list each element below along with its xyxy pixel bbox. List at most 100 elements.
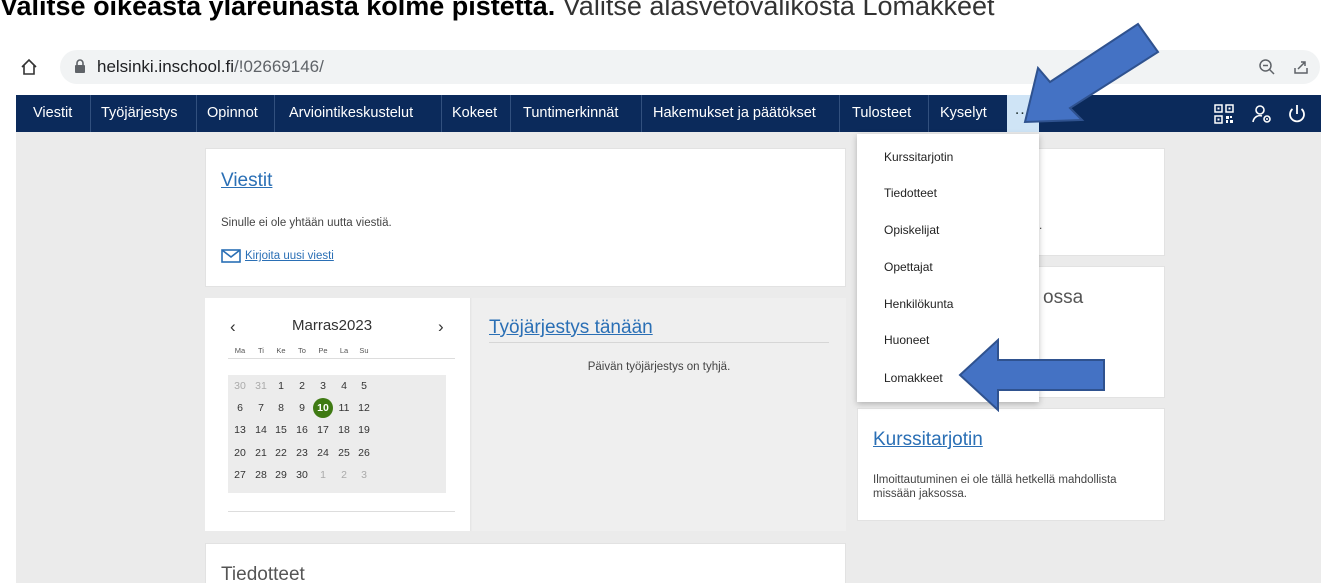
nav-separator bbox=[90, 95, 91, 132]
course-offering-card bbox=[857, 408, 1165, 521]
nav-separator bbox=[641, 95, 642, 132]
calendar-day[interactable]: 5 bbox=[354, 376, 374, 396]
calendar-day[interactable]: 15 bbox=[271, 420, 291, 440]
calendar-weekday: To bbox=[298, 346, 306, 355]
calendar-day[interactable]: 11 bbox=[334, 398, 354, 418]
calendar-day[interactable]: 2 bbox=[292, 376, 312, 396]
messages-empty-text: Sinulle ei ole yhtään uutta viestiä. bbox=[221, 217, 392, 229]
calendar-next-button[interactable]: › bbox=[438, 317, 444, 337]
nav-separator bbox=[839, 95, 840, 132]
calendar-day[interactable]: 28 bbox=[251, 465, 271, 485]
url-host: helsinki.inschool.fi bbox=[97, 57, 235, 76]
calendar-day[interactable]: 18 bbox=[334, 420, 354, 440]
compose-message-link[interactable]: Kirjoita uusi viesti bbox=[245, 250, 334, 262]
dropdown-item-opiskelijat[interactable]: Opiskelijat bbox=[884, 223, 939, 237]
caption-bold: Valitse oikeasta yläreunasta kolme piste… bbox=[0, 0, 556, 21]
lock-icon bbox=[75, 59, 85, 73]
calendar-day[interactable]: 3 bbox=[313, 376, 333, 396]
nav-item-tyojarjestys[interactable]: Työjärjestys bbox=[101, 95, 178, 132]
course-offering-title[interactable]: Kurssitarjotin bbox=[873, 429, 983, 451]
share-icon[interactable] bbox=[1292, 58, 1310, 76]
mail-icon[interactable] bbox=[221, 249, 241, 263]
calendar-day[interactable]: 7 bbox=[251, 398, 271, 418]
annotation-arrow-more bbox=[1023, 22, 1160, 124]
bulletins-title[interactable]: Tiedotteet bbox=[221, 564, 305, 583]
nav-item-arviointikeskustelut[interactable]: Arviointikeskustelut bbox=[289, 95, 413, 132]
messages-title[interactable]: Viestit bbox=[221, 170, 272, 192]
calendar-day[interactable]: 30 bbox=[230, 376, 250, 396]
calendar-day[interactable]: 1 bbox=[271, 376, 291, 396]
calendar-day[interactable]: 9 bbox=[292, 398, 312, 418]
calendar-weekday: Ke bbox=[276, 346, 286, 355]
calendar-day[interactable]: 17 bbox=[313, 420, 333, 440]
calendar-day[interactable]: 20 bbox=[230, 443, 250, 463]
dropdown-item-opettajat[interactable]: Opettajat bbox=[884, 260, 933, 274]
dropdown-item-kurssitarjotin[interactable]: Kurssitarjotin bbox=[884, 150, 953, 164]
annotation-arrow-lomakkeet bbox=[958, 338, 1105, 412]
calendar-prev-button[interactable]: ‹ bbox=[230, 317, 236, 337]
dropdown-item-tiedotteet[interactable]: Tiedotteet bbox=[884, 186, 937, 200]
dropdown-item-lomakkeet[interactable]: Lomakkeet bbox=[884, 371, 943, 385]
calendar-month-label: Marras2023 bbox=[292, 317, 373, 334]
nav-item-kokeet[interactable]: Kokeet bbox=[452, 95, 497, 132]
calendar-day[interactable]: 4 bbox=[334, 376, 354, 396]
calendar-day[interactable]: 8 bbox=[271, 398, 291, 418]
dropdown-item-henkilokunta[interactable]: Henkilökunta bbox=[884, 297, 953, 311]
calendar-day[interactable]: 21 bbox=[251, 443, 271, 463]
calendar-weekday: Ti bbox=[258, 346, 264, 355]
qr-code-icon[interactable] bbox=[1213, 103, 1235, 125]
calendar-day[interactable]: 25 bbox=[334, 443, 354, 463]
calendar-day[interactable]: 23 bbox=[292, 443, 312, 463]
calendar-day[interactable]: 26 bbox=[354, 443, 374, 463]
nav-separator bbox=[441, 95, 442, 132]
calendar-day[interactable]: 29 bbox=[271, 465, 291, 485]
zoom-icon[interactable] bbox=[1258, 58, 1276, 76]
calendar-day[interactable]: 13 bbox=[230, 420, 250, 440]
calendar-header: ‹ Marras2023 › bbox=[230, 317, 450, 337]
user-settings-icon[interactable] bbox=[1251, 103, 1273, 125]
calendar-day[interactable]: 3 bbox=[354, 465, 374, 485]
schedule-title[interactable]: Työjärjestys tänään bbox=[489, 317, 653, 339]
dropdown-item-huoneet[interactable]: Huoneet bbox=[884, 333, 929, 347]
url-text: helsinki.inschool.fi/!02669146/ bbox=[97, 57, 324, 77]
nav-item-opinnot[interactable]: Opinnot bbox=[207, 95, 258, 132]
nav-item-viestit[interactable]: Viestit bbox=[33, 95, 72, 132]
home-icon[interactable] bbox=[20, 58, 38, 76]
nav-item-tulosteet[interactable]: Tulosteet bbox=[852, 95, 911, 132]
calendar-day[interactable]: 27 bbox=[230, 465, 250, 485]
right-card-middle-title-fragment: ossa bbox=[1043, 287, 1084, 308]
calendar-weekday: Ma bbox=[234, 346, 246, 355]
calendar-day[interactable]: 22 bbox=[271, 443, 291, 463]
nav-separator bbox=[928, 95, 929, 132]
calendar-day[interactable]: 6 bbox=[230, 398, 250, 418]
calendar-weekday: La bbox=[339, 346, 349, 355]
calendar-day[interactable]: 14 bbox=[251, 420, 271, 440]
nav-item-tuntimerkinnat[interactable]: Tuntimerkinnät bbox=[523, 95, 618, 132]
calendar-day[interactable]: 2 bbox=[334, 465, 354, 485]
caption-light: Valitse alasvetovalikosta Lomakkeet bbox=[562, 0, 995, 21]
calendar-day[interactable]: 24 bbox=[313, 443, 333, 463]
nav-item-hakemukset[interactable]: Hakemukset ja päätökset bbox=[653, 95, 816, 132]
power-icon[interactable] bbox=[1286, 103, 1308, 125]
calendar-day[interactable]: 1 bbox=[313, 465, 333, 485]
nav-item-kyselyt[interactable]: Kyselyt bbox=[940, 95, 987, 132]
calendar-day[interactable]: 31 bbox=[251, 376, 271, 396]
schedule-divider bbox=[489, 342, 829, 343]
calendar-weekday: Pe bbox=[318, 346, 328, 355]
calendar-divider bbox=[228, 511, 455, 512]
right-card-top-fragment: . bbox=[1039, 218, 1043, 232]
calendar-day[interactable]: 16 bbox=[292, 420, 312, 440]
url-path: /!02669146/ bbox=[234, 57, 324, 76]
nav-separator bbox=[274, 95, 275, 132]
schedule-empty-text: Päivän työjärjestys on tyhjä. bbox=[587, 361, 731, 373]
nav-separator bbox=[196, 95, 197, 132]
calendar-day[interactable]: 19 bbox=[354, 420, 374, 440]
calendar-day[interactable]: 30 bbox=[292, 465, 312, 485]
calendar-day[interactable]: 12 bbox=[354, 398, 374, 418]
course-offering-text-2: missään jaksossa. bbox=[873, 488, 967, 500]
calendar-day-today[interactable]: 10 bbox=[313, 398, 333, 418]
calendar-weekday: Su bbox=[359, 346, 369, 355]
nav-separator bbox=[510, 95, 511, 132]
course-offering-text-1: Ilmoittautuminen ei ole tällä hetkellä m… bbox=[873, 474, 1117, 486]
instruction-caption: Valitse oikeasta yläreunasta kolme piste… bbox=[0, 0, 1321, 21]
